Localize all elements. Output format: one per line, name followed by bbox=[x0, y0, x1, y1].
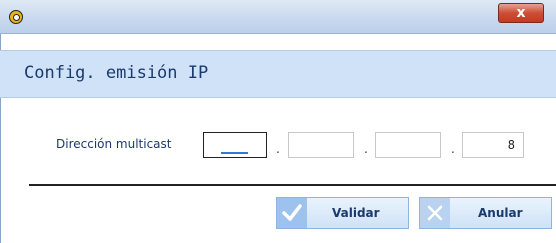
text-cursor bbox=[221, 152, 248, 154]
cancel-button[interactable]: Anular bbox=[419, 197, 552, 229]
dialog-title: Config. emisión IP bbox=[24, 63, 209, 83]
x-icon bbox=[420, 198, 450, 228]
cancel-button-label: Anular bbox=[478, 206, 523, 220]
dialog-window: x Config. emisión IP Dirección multicast… bbox=[0, 0, 556, 243]
octet-2-input[interactable] bbox=[288, 132, 354, 158]
octet-4-input[interactable] bbox=[462, 132, 524, 158]
octet-1-input[interactable] bbox=[203, 132, 267, 158]
divider bbox=[29, 184, 556, 186]
octet-separator: . bbox=[276, 142, 280, 156]
octet-separator: . bbox=[451, 142, 455, 156]
multicast-address-label: Dirección multicast bbox=[56, 137, 172, 151]
validate-button[interactable]: Validar bbox=[276, 197, 409, 229]
octet-3-input[interactable] bbox=[375, 132, 441, 158]
close-button[interactable]: x bbox=[498, 3, 544, 23]
dialog-header: Config. emisión IP bbox=[0, 50, 556, 98]
app-logo-icon bbox=[9, 10, 23, 24]
close-icon: x bbox=[516, 5, 526, 21]
check-icon bbox=[277, 198, 307, 228]
octet-separator: . bbox=[364, 142, 368, 156]
title-bar: x bbox=[0, 0, 556, 34]
validate-button-label: Validar bbox=[332, 206, 380, 220]
